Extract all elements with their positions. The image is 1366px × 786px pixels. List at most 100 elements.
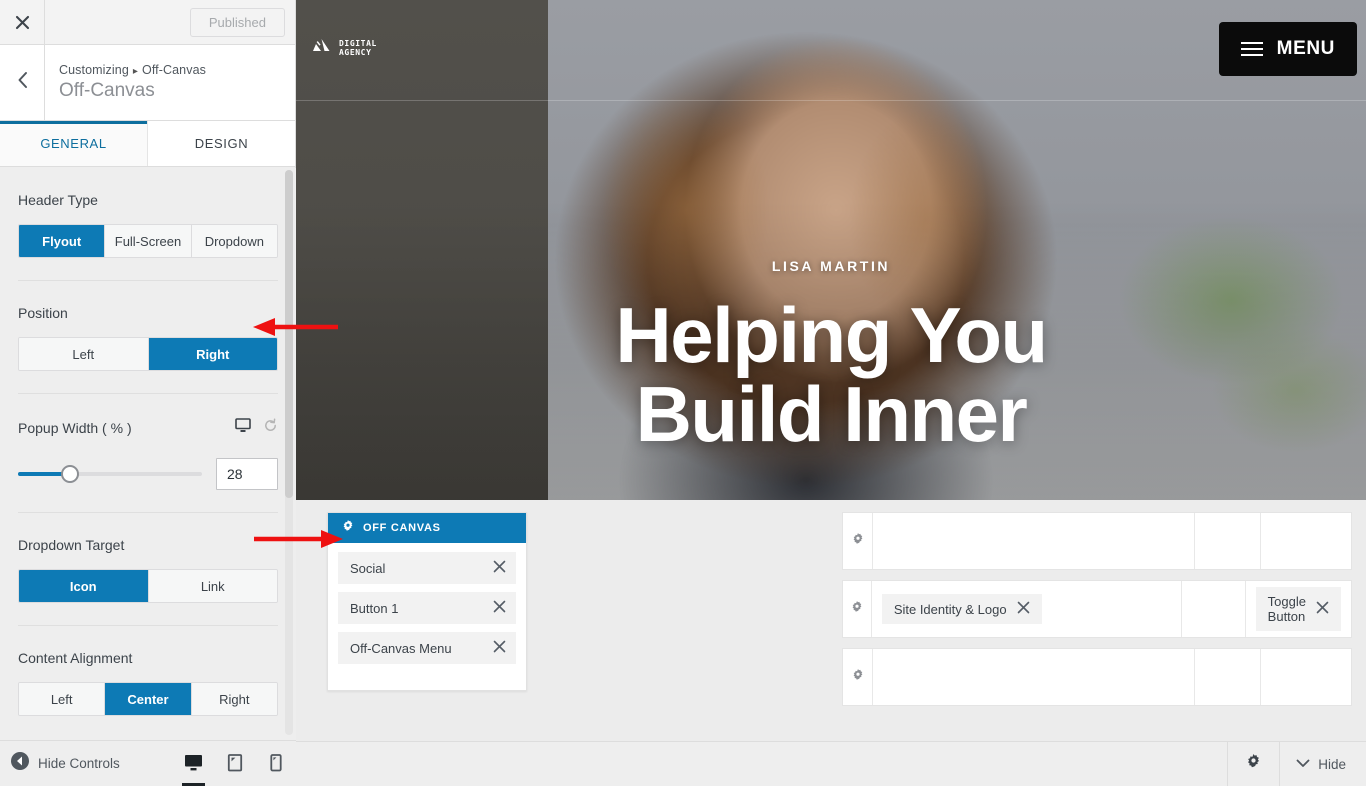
close-icon[interactable]	[493, 560, 506, 576]
popup-width-slider[interactable]	[18, 465, 202, 483]
device-mobile-button[interactable]	[255, 741, 296, 786]
breadcrumb-separator: ▸	[132, 65, 138, 77]
customizer-topbar: Published	[0, 0, 295, 45]
off-canvas-item-label: Button 1	[350, 600, 399, 616]
control-label: Position	[18, 305, 68, 321]
controls-scroll-area: Header Type Flyout Full-Screen Dropdown …	[0, 168, 296, 740]
header-type-option-flyout[interactable]: Flyout	[19, 225, 106, 257]
collapse-left-icon	[11, 752, 29, 775]
dropdown-target-option-link[interactable]: Link	[148, 570, 277, 602]
gear-icon	[852, 532, 864, 550]
close-icon[interactable]	[1017, 601, 1030, 617]
publish-button[interactable]: Published	[189, 7, 285, 37]
row-center-zone[interactable]	[1195, 649, 1261, 705]
close-icon[interactable]	[493, 600, 506, 616]
header-type-button-group: Flyout Full-Screen Dropdown	[18, 224, 278, 258]
control-label: Content Alignment	[18, 650, 133, 666]
row-right-zone[interactable]	[1261, 649, 1351, 705]
off-canvas-widget-panel: OFF CANVAS Social Button 1 Off-Canvas Me…	[327, 512, 527, 691]
row-left-zone[interactable]	[873, 513, 1195, 569]
customizer-sidebar: Published Customizing ▸ Off-Canvas Off-Can…	[0, 0, 296, 786]
list-item[interactable]: Off-Canvas Menu	[338, 632, 516, 664]
device-tablet-button[interactable]	[214, 741, 255, 786]
list-item[interactable]: Social	[338, 552, 516, 584]
panel-tabs: GENERAL DESIGN	[0, 121, 295, 167]
position-button-group: Left Right	[18, 337, 278, 371]
site-logo-text: DIGITAL AGENCY	[339, 39, 377, 57]
position-option-right[interactable]: Right	[148, 338, 277, 370]
desktop-icon	[184, 754, 203, 777]
site-logo-line1: DIGITAL	[339, 38, 377, 48]
row-center-zone[interactable]	[1195, 513, 1261, 569]
hide-controls-button[interactable]: Hide Controls	[0, 752, 173, 775]
hero-title-line-1: Helping You	[615, 291, 1048, 379]
close-icon[interactable]	[493, 640, 506, 656]
row-center-zone[interactable]	[1182, 581, 1246, 637]
row-right-zone[interactable]	[1261, 513, 1351, 569]
header-type-option-full-screen[interactable]: Full-Screen	[105, 225, 192, 257]
gear-icon	[851, 600, 863, 618]
page-title: Off-Canvas	[59, 79, 155, 101]
tab-general[interactable]: GENERAL	[0, 121, 148, 166]
row-left-zone[interactable]	[873, 649, 1195, 705]
builder-settings-button[interactable]	[1227, 742, 1279, 786]
control-dropdown-target: Dropdown Target Icon Link	[18, 513, 278, 626]
control-popup-width: Popup Width ( % )	[18, 394, 278, 513]
control-header-type: Header Type Flyout Full-Screen Dropdown	[18, 168, 278, 281]
control-position: Position Left Right	[18, 281, 278, 394]
mobile-icon	[269, 753, 282, 777]
reset-icon[interactable]	[263, 418, 278, 438]
header-type-option-dropdown[interactable]: Dropdown	[191, 225, 277, 257]
menu-toggle-button[interactable]: MENU	[1218, 22, 1357, 76]
content-alignment-option-left[interactable]: Left	[19, 683, 106, 715]
chip-label: Toggle Button	[1267, 594, 1306, 624]
chevron-left-icon	[16, 71, 29, 94]
row-settings-button[interactable]	[843, 649, 873, 705]
header-item-toggle-button[interactable]: Toggle Button	[1255, 587, 1341, 631]
position-option-left[interactable]: Left	[19, 338, 149, 370]
content-alignment-button-group: Left Center Right	[18, 682, 278, 716]
panel-titles: Customizing ▸ Off-Canvas Off-Canvas	[45, 45, 295, 120]
control-content-alignment: Content Alignment Left Center Right	[18, 626, 278, 738]
hero-divider-line	[296, 100, 1366, 101]
row-right-zone[interactable]: Toggle Button	[1246, 581, 1351, 637]
back-button[interactable]	[0, 45, 45, 120]
breadcrumb: Customizing ▸ Off-Canvas	[59, 63, 295, 77]
off-canvas-items-list: Social Button 1 Off-Canvas Menu	[328, 543, 526, 690]
chip-label: Site Identity & Logo	[893, 601, 1007, 617]
off-canvas-panel-header[interactable]: OFF CANVAS	[328, 513, 526, 543]
dropdown-target-option-icon[interactable]: Icon	[19, 570, 149, 602]
close-icon[interactable]	[1316, 601, 1329, 617]
device-switcher	[173, 741, 296, 786]
sidebar-scrollbar[interactable]	[285, 170, 293, 735]
content-alignment-option-center[interactable]: Center	[105, 683, 192, 715]
hero-text-block: LISA MARTIN Helping You Build Inner	[296, 258, 1366, 454]
device-desktop-button[interactable]	[173, 741, 214, 786]
desktop-icon[interactable]	[235, 418, 251, 438]
panel-header: Customizing ▸ Off-Canvas Off-Canvas	[0, 45, 295, 121]
table-row: Site Identity & Logo Toggle Button	[842, 580, 1352, 638]
site-preview: DIGITAL AGENCY MENU LISA MARTIN Helping …	[296, 0, 1366, 741]
row-left-zone[interactable]: Site Identity & Logo	[872, 581, 1182, 637]
popup-width-slider-row	[18, 458, 278, 490]
hide-builder-button[interactable]: Hide	[1279, 742, 1366, 786]
content-alignment-option-right[interactable]: Right	[191, 683, 277, 715]
tab-design[interactable]: DESIGN	[148, 121, 295, 166]
site-logo[interactable]: DIGITAL AGENCY	[312, 38, 377, 57]
close-customizer-button[interactable]	[0, 0, 45, 44]
header-item-site-identity[interactable]: Site Identity & Logo	[881, 594, 1042, 624]
menu-button-label: MENU	[1276, 38, 1335, 59]
row-settings-button[interactable]	[843, 513, 873, 569]
sidebar-scrollbar-thumb[interactable]	[285, 170, 293, 498]
close-icon	[15, 15, 30, 30]
site-logo-line2: AGENCY	[339, 47, 372, 57]
slider-handle[interactable]	[60, 465, 79, 483]
hero-eyebrow: LISA MARTIN	[771, 258, 891, 274]
popup-width-input[interactable]	[216, 458, 278, 490]
table-row	[842, 648, 1352, 706]
gear-icon	[1246, 754, 1261, 774]
hide-controls-label: Hide Controls	[38, 756, 120, 771]
gear-icon	[342, 519, 354, 537]
row-settings-button[interactable]	[843, 581, 872, 637]
list-item[interactable]: Button 1	[338, 592, 516, 624]
